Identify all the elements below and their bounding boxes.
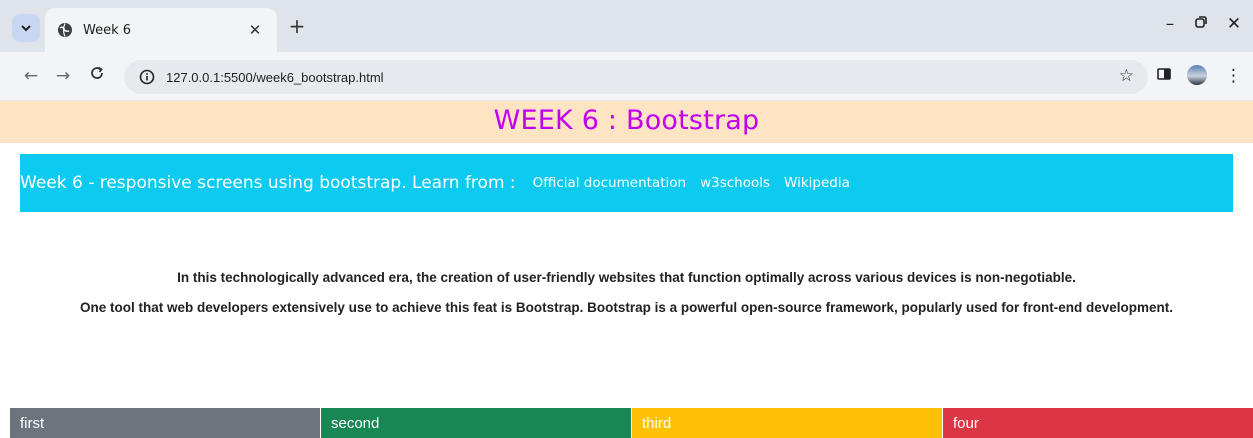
navbar-lead-text: Week 6 - responsive screens using bootst… xyxy=(20,173,516,193)
plus-icon[interactable]: + xyxy=(286,16,308,36)
close-window-icon[interactable]: ✕ xyxy=(1222,14,1246,34)
column-second: second xyxy=(321,408,632,438)
restore-icon[interactable] xyxy=(1189,14,1213,34)
side-panel-icon[interactable] xyxy=(1156,66,1172,86)
link-wikipedia[interactable]: Wikipedia xyxy=(784,175,850,191)
globe-icon xyxy=(57,22,73,38)
url-text: 127.0.0.1:5500/week6_bootstrap.html xyxy=(166,69,384,85)
minimize-icon[interactable]: – xyxy=(1158,14,1182,34)
chevron-down-icon xyxy=(21,25,31,32)
tab-search-button[interactable] xyxy=(12,14,40,42)
address-toolbar: ← → 127.0.0.1:5500/week6_bootstrap.html … xyxy=(0,52,1253,101)
column-third: third xyxy=(632,408,943,438)
avatar[interactable] xyxy=(1186,64,1208,90)
browser-tab[interactable]: Week 6 ✕ xyxy=(45,8,277,52)
arrow-right-icon[interactable]: → xyxy=(52,65,74,87)
intro-content: In this technologically advanced era, th… xyxy=(0,212,1253,318)
column-first: first xyxy=(10,408,321,438)
info-icon[interactable] xyxy=(136,66,158,88)
reload-icon[interactable] xyxy=(86,65,108,87)
close-icon[interactable]: ✕ xyxy=(245,21,265,39)
tab-title: Week 6 xyxy=(83,22,132,38)
star-icon[interactable]: ☆ xyxy=(1119,66,1134,86)
link-w3schools[interactable]: w3schools xyxy=(700,175,770,191)
colored-columns-row: first second third four xyxy=(10,408,1253,438)
info-navbar: Week 6 - responsive screens using bootst… xyxy=(20,154,1233,212)
page-header: WEEK 6 : Bootstrap xyxy=(0,101,1253,143)
browser-tab-strip: Week 6 ✕ + – ✕ xyxy=(0,0,1253,52)
link-official-documentation[interactable]: Official documentation xyxy=(533,175,686,191)
intro-paragraph-1: In this technologically advanced era, th… xyxy=(177,270,1076,285)
page-title: WEEK 6 : Bootstrap xyxy=(493,105,760,136)
intro-paragraph-2: One tool that web developers extensively… xyxy=(80,300,1173,315)
arrow-left-icon[interactable]: ← xyxy=(20,65,42,87)
kebab-menu-icon[interactable]: ⋮ xyxy=(1225,66,1242,86)
url-bar[interactable]: 127.0.0.1:5500/week6_bootstrap.html ☆ xyxy=(124,60,1148,94)
column-four: four xyxy=(943,408,1253,438)
